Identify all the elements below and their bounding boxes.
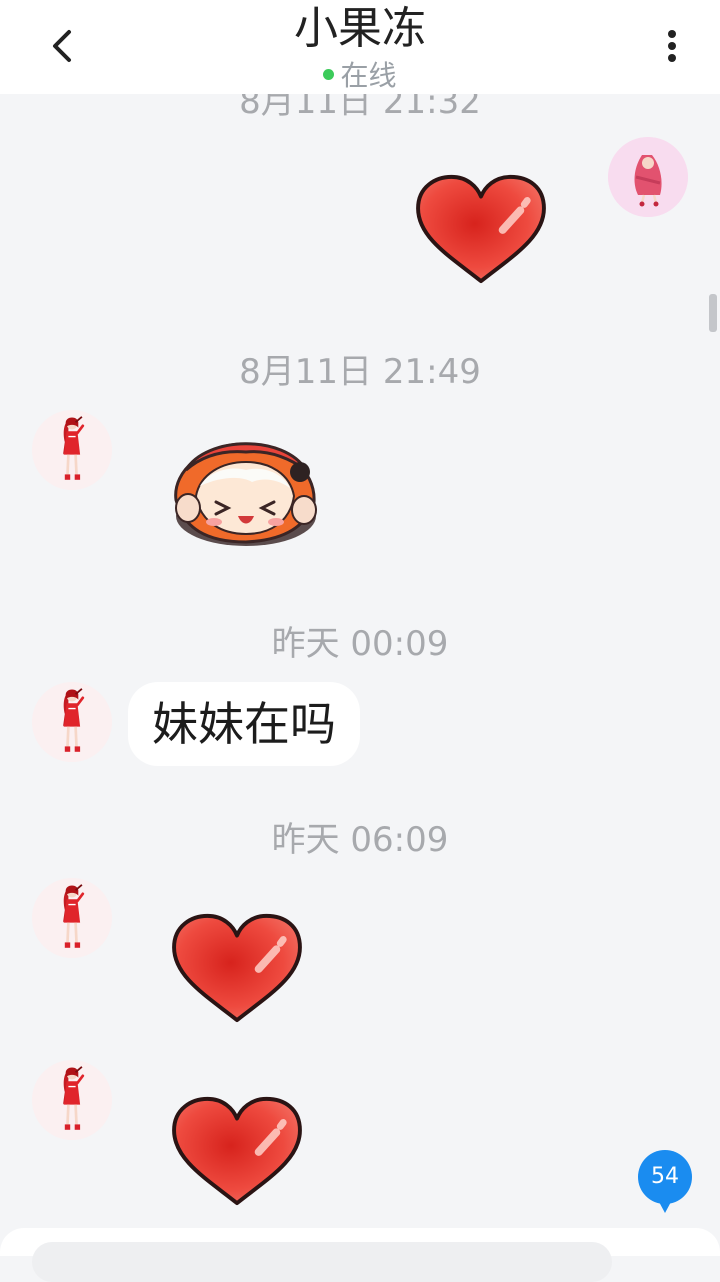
contact-avatar-image: [32, 878, 112, 958]
online-dot-icon: [323, 68, 335, 80]
contact-avatar-image: [32, 410, 112, 490]
heart-sticker[interactable]: [167, 910, 307, 1028]
contact-avatar[interactable]: [32, 410, 112, 490]
unread-count: 54: [651, 1164, 679, 1189]
self-avatar-image: [608, 137, 688, 217]
timestamp: 8月11日 21:49: [239, 352, 481, 392]
message-list[interactable]: 8月11日 21:32 8月11日 21:49 昨天 00:09 妹妹在吗 昨天…: [0, 0, 720, 1256]
message-bubble[interactable]: 妹妹在吗: [128, 682, 360, 766]
chat-title: 小果冻: [294, 3, 426, 54]
self-avatar[interactable]: [608, 137, 688, 217]
heart-sticker[interactable]: [411, 171, 551, 289]
chat-header: 小果冻 在线: [0, 0, 720, 94]
more-options-button[interactable]: [650, 24, 694, 68]
more-vertical-icon: [668, 30, 676, 62]
timestamp: 昨天 00:09: [271, 624, 449, 664]
contact-avatar-image: [32, 682, 112, 762]
online-status-label: 在线: [340, 59, 397, 92]
timestamp: 昨天 06:09: [271, 820, 449, 860]
message-input[interactable]: [32, 1242, 612, 1282]
contact-avatar-image: [32, 1060, 112, 1140]
composer-bar: [0, 1228, 720, 1282]
scrollbar[interactable]: [709, 294, 717, 332]
heart-sticker[interactable]: [167, 1093, 307, 1211]
contact-avatar[interactable]: [32, 878, 112, 958]
contact-avatar[interactable]: [32, 1060, 112, 1140]
online-status: 在线: [0, 58, 720, 94]
contact-avatar[interactable]: [32, 682, 112, 762]
chibi-girl-sticker[interactable]: [166, 430, 324, 552]
unread-count-badge[interactable]: 54: [638, 1150, 692, 1214]
